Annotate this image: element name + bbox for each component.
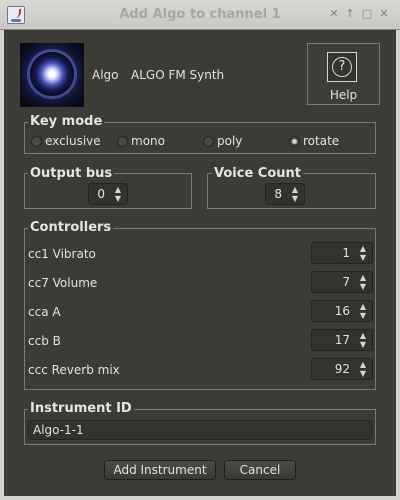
controller-spinner[interactable]: 17 ▲ ▼ [311,329,373,351]
instrument-full-name: ALGO FM Synth [131,68,225,82]
chevron-down-icon[interactable]: ▼ [289,194,301,203]
chevron-up-icon[interactable]: ▲ [357,360,369,369]
controller-label: cc1 Vibrato [28,247,96,261]
chevron-up-icon[interactable]: ↑ [343,7,357,21]
title-bar: Add Algo to channel 1 ✕ ↑ □ ✕ [0,0,400,30]
help-icon: ? [327,52,357,82]
close-icon[interactable]: ✕ [327,7,341,21]
chevron-down-icon[interactable]: ▼ [357,311,369,320]
radio-indicator [117,136,128,147]
chevron-down-icon[interactable]: ▼ [112,194,124,203]
controller-spinner[interactable]: 92 ▲ ▼ [311,358,373,380]
glowing-orb-image [30,52,74,96]
chevron-down-icon[interactable]: ▼ [357,253,369,262]
controller-label: cca A [28,305,61,319]
radio-indicator [203,136,214,147]
controller-spinner[interactable]: 16 ▲ ▼ [311,300,373,322]
spinner-value: 92 [334,362,350,376]
chevron-up-icon[interactable]: ▲ [289,185,301,194]
instrument-id-title: Instrument ID [28,401,134,416]
controller-spinner[interactable]: 7 ▲ ▼ [311,271,373,293]
spinner-value: 8 [274,187,282,201]
close-x-icon[interactable]: ✕ [377,7,391,21]
spinner-value: 17 [334,333,350,347]
chevron-up-icon[interactable]: ▲ [357,331,369,340]
voice-count-spinner[interactable]: 8 ▲ ▼ [265,183,305,205]
question-mark-icon: ? [332,57,352,77]
chevron-up-icon[interactable]: ▲ [357,244,369,253]
output-bus-spinner[interactable]: 0 ▲ ▼ [88,183,128,205]
add-instrument-button[interactable]: Add Instrument [104,460,216,480]
radio-label: exclusive [45,134,101,148]
radio-label: mono [131,134,165,148]
chevron-up-icon[interactable]: ▲ [357,302,369,311]
maximize-icon[interactable]: □ [360,7,374,21]
radio-label: poly [217,134,243,148]
chevron-down-icon[interactable]: ▼ [357,282,369,291]
controller-spinner[interactable]: 1 ▲ ▼ [311,242,373,264]
spinner-value: 0 [97,187,105,201]
radio-label: rotate [303,134,340,148]
controllers-title: Controllers [28,220,114,235]
instrument-logo [20,43,84,107]
instrument-short-name: Algo [92,68,119,82]
radio-indicator-selected [289,136,300,147]
chevron-up-icon[interactable]: ▲ [112,185,124,194]
chevron-up-icon[interactable]: ▲ [357,273,369,282]
chevron-down-icon[interactable]: ▼ [357,369,369,378]
controller-label: ccc Reverb mix [28,363,120,377]
help-button[interactable]: ? Help [307,43,380,105]
controller-label: cc7 Volume [28,276,98,290]
output-bus-title: Output bus [28,166,115,181]
key-mode-title: Key mode [28,114,105,129]
spinner-value: 1 [342,246,350,260]
voice-count-title: Voice Count [212,166,303,181]
radio-indicator [31,136,42,147]
cancel-button[interactable]: Cancel [224,460,296,480]
window-frame-bottom [0,496,400,500]
spinner-value: 7 [342,275,350,289]
spinner-value: 16 [334,304,350,318]
instrument-id-field[interactable]: Algo-1-1 [28,420,372,440]
controller-label: ccb B [28,334,61,348]
help-label: Help [329,88,358,102]
window-frame-right [396,30,400,500]
chevron-down-icon[interactable]: ▼ [357,340,369,349]
